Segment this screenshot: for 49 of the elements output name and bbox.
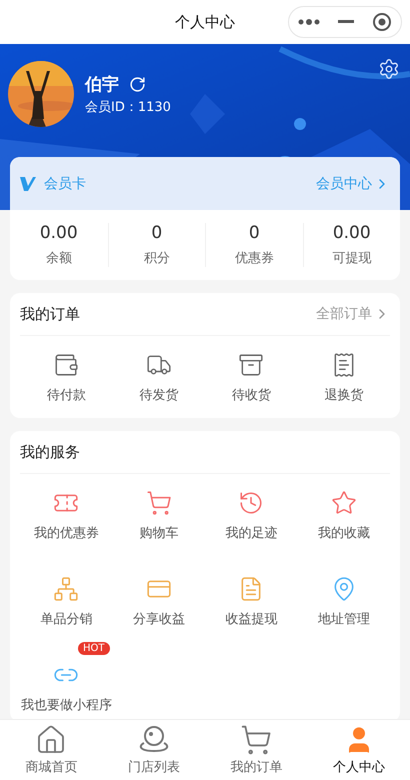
tab-label: 门店列表: [128, 759, 180, 776]
tab[interactable]: 个人中心: [308, 720, 410, 780]
order-status-label[interactable]: 待付款: [46, 386, 86, 404]
service-label[interactable]: 单品分销: [40, 610, 92, 628]
tab[interactable]: 门店列表: [102, 720, 205, 780]
member-id: 会员ID：1130: [85, 99, 171, 116]
stat-label: 积分: [144, 250, 170, 267]
service-label[interactable]: 购物车: [139, 524, 178, 542]
service-label[interactable]: 收益提现: [225, 610, 278, 628]
tab[interactable]: 我的订单: [205, 720, 308, 780]
stat-value: 0.00: [332, 223, 371, 243]
cart-icon: [240, 724, 272, 756]
order-status-label[interactable]: 退换货: [324, 386, 364, 404]
card-title: 会员卡: [44, 174, 86, 192]
order-status-icon[interactable]: [53, 352, 80, 378]
refresh-icon[interactable]: [129, 76, 146, 93]
stat-label: 优惠券: [234, 250, 274, 267]
stat-label: 可提现: [332, 250, 372, 267]
stat-label: 余额: [46, 250, 72, 267]
close-icon[interactable]: [372, 12, 392, 32]
service-label[interactable]: 分享收益: [132, 610, 185, 628]
service-icon[interactable]: [238, 490, 264, 516]
stat-value: 0: [151, 223, 162, 243]
v-logo-icon: [20, 176, 36, 190]
service-label[interactable]: 我的足迹: [225, 524, 278, 542]
order-status-label[interactable]: 待发货: [139, 386, 178, 404]
more-icon[interactable]: [298, 19, 320, 25]
service-label[interactable]: 我的优惠券: [34, 524, 99, 542]
service-label[interactable]: 我的收藏: [318, 524, 370, 542]
tab-label: 商城首页: [25, 759, 78, 776]
service-icon[interactable]: [146, 490, 172, 516]
section-title: 我的订单: [20, 304, 80, 324]
window-title: 个人中心: [175, 12, 235, 32]
service-icon[interactable]: [330, 490, 357, 516]
tab-label: 我的订单: [230, 759, 282, 776]
tab-label: 个人中心: [332, 759, 385, 776]
stat-value: 0: [248, 223, 260, 243]
stat-value: 0.00: [40, 223, 78, 243]
hot-badge: HOT: [78, 642, 110, 655]
service-label[interactable]: 我也要做小程序: [20, 696, 112, 714]
settings-icon[interactable]: [378, 58, 400, 80]
section-title: 我的服务: [20, 442, 80, 462]
capsule-control[interactable]: [288, 6, 402, 38]
order-status-label[interactable]: 待收货: [232, 386, 271, 404]
user-name: 伯宇: [85, 74, 119, 96]
service-label[interactable]: 地址管理: [318, 610, 370, 628]
minimize-icon[interactable]: [338, 20, 354, 24]
tab[interactable]: 商城首页: [0, 720, 102, 780]
order-status-icon[interactable]: [238, 352, 264, 378]
